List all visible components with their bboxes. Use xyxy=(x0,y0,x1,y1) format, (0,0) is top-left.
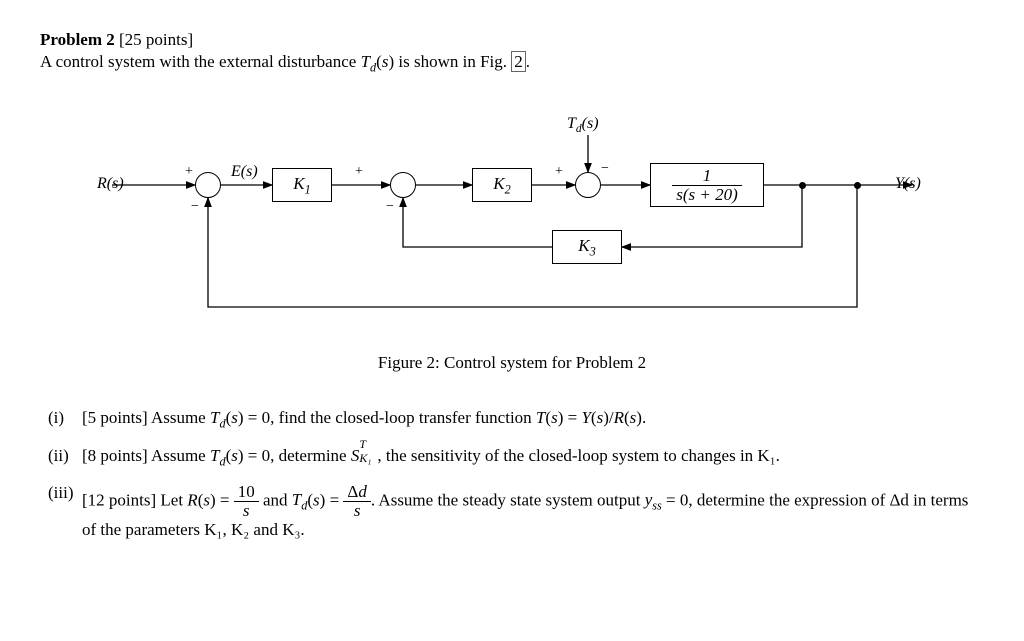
plant-num: 1 xyxy=(672,167,742,185)
sum2-plus: + xyxy=(355,164,363,180)
part-i: (i) [5 points] Assume Td(s) = 0, find th… xyxy=(48,408,984,431)
sum2-minus: − xyxy=(386,199,394,215)
sum1-minus: − xyxy=(191,199,199,215)
problem-points: [25 points] xyxy=(119,30,193,49)
label-Y: Y(s) xyxy=(895,175,921,193)
label-Td: Td(s) xyxy=(567,115,599,135)
block-K3: K3 xyxy=(552,230,622,264)
plant-den: s(s + 20) xyxy=(672,185,742,204)
diagram-wires xyxy=(97,115,927,335)
sum3-minus: − xyxy=(601,161,609,177)
block-diagram: R(s) + − E(s) K1 + − K2 + − Td(s) 1 s(s … xyxy=(97,115,927,335)
part-ii: (ii) [8 points] Assume Td(s) = 0, determ… xyxy=(48,446,984,469)
question-list: (i) [5 points] Assume Td(s) = 0, find th… xyxy=(40,408,984,539)
figure-caption: Figure 2: Control system for Problem 2 xyxy=(40,353,984,373)
sum1-plus: + xyxy=(185,164,193,180)
block-K1: K1 xyxy=(272,168,332,202)
label-E: E(s) xyxy=(231,163,258,181)
problem-title: Problem 2 xyxy=(40,30,115,49)
label-R: R(s) xyxy=(97,175,124,193)
block-plant: 1 s(s + 20) xyxy=(650,163,764,207)
part-iii: (iii) [12 points] Let R(s) = 10s and Td(… xyxy=(48,483,984,540)
sum3-plus: + xyxy=(555,164,563,180)
block-K2: K2 xyxy=(472,168,532,202)
problem-intro: A control system with the external distu… xyxy=(40,52,984,75)
fig-ref-link[interactable]: 2 xyxy=(511,51,526,72)
